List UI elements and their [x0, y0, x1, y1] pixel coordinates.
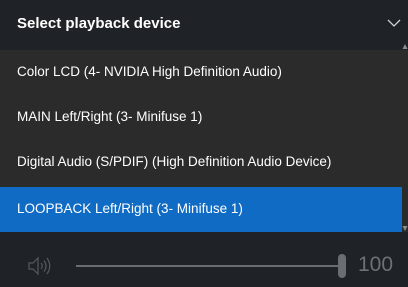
device-selector-header[interactable]: Select playback device	[0, 0, 408, 50]
speaker-icon[interactable]	[27, 255, 53, 277]
scroll-up-arrow-icon[interactable]	[402, 43, 408, 51]
device-item-label: Digital Audio (S/PDIF) (High Definition …	[17, 154, 332, 169]
volume-value: 100	[358, 253, 394, 276]
volume-control: 100	[0, 232, 408, 287]
scroll-down-arrow-icon[interactable]	[402, 224, 408, 232]
device-list-scrollbar[interactable]	[402, 44, 408, 232]
device-item-label: Color LCD (4- NVIDIA High Definition Aud…	[17, 64, 282, 79]
device-item-label: LOOPBACK Left/Right (3- Minifuse 1)	[17, 201, 243, 216]
device-item-loopback[interactable]: LOOPBACK Left/Right (3- Minifuse 1)	[0, 187, 402, 232]
device-item-digital-audio[interactable]: Digital Audio (S/PDIF) (High Definition …	[0, 140, 402, 185]
device-item-color-lcd[interactable]: Color LCD (4- NVIDIA High Definition Aud…	[0, 50, 402, 95]
device-item-label: MAIN Left/Right (3- Minifuse 1)	[17, 109, 203, 124]
volume-slider-track[interactable]	[76, 265, 342, 267]
chevron-down-icon[interactable]	[386, 16, 402, 30]
volume-slider-fill	[76, 265, 342, 267]
device-list: Color LCD (4- NVIDIA High Definition Aud…	[0, 50, 408, 232]
playback-device-flyout: Select playback device Color LCD (4- NVI…	[0, 0, 408, 287]
volume-slider-thumb[interactable]	[338, 254, 346, 278]
device-item-main[interactable]: MAIN Left/Right (3- Minifuse 1)	[0, 95, 402, 140]
device-selector-title: Select playback device	[17, 15, 181, 32]
